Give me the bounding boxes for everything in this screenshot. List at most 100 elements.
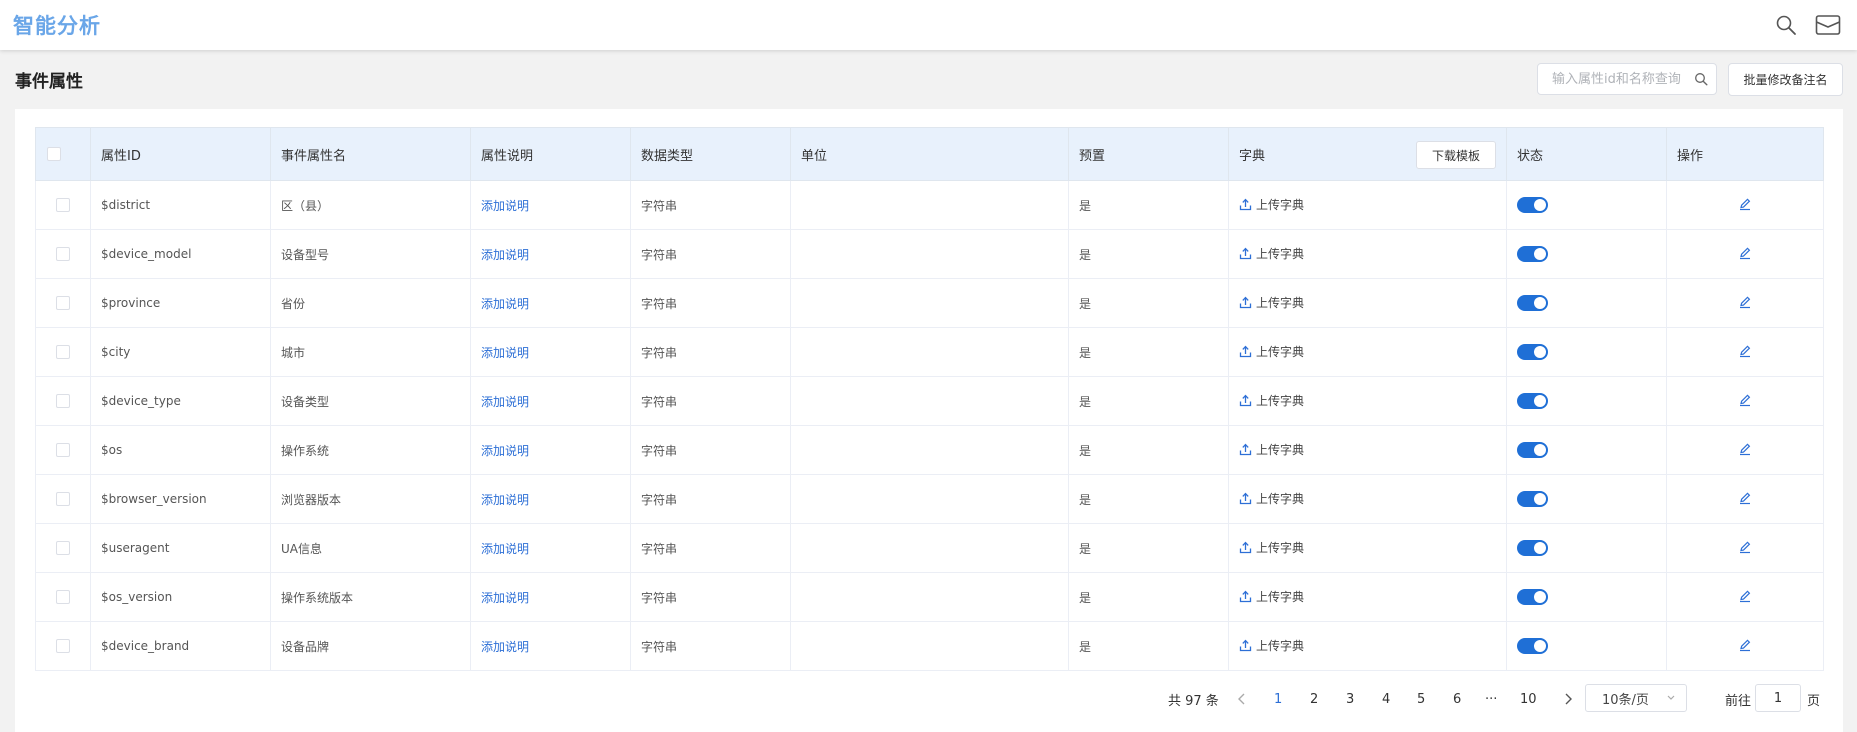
upload-icon	[1239, 345, 1252, 358]
add-description-link[interactable]: 添加说明	[481, 297, 529, 311]
cell-ops	[1666, 572, 1824, 622]
cell-attribute-id: $device_type	[90, 376, 271, 426]
status-toggle[interactable]	[1517, 442, 1548, 458]
status-toggle[interactable]	[1517, 638, 1548, 654]
search-icon[interactable]	[1694, 72, 1708, 89]
add-description-link[interactable]: 添加说明	[481, 444, 529, 458]
status-toggle[interactable]	[1517, 540, 1548, 556]
select-all-checkbox[interactable]	[47, 147, 61, 161]
page-6[interactable]: 6	[1453, 684, 1461, 714]
row-checkbox[interactable]	[56, 296, 70, 311]
page-1[interactable]: 1	[1274, 684, 1282, 714]
top-bar: 智能分析	[0, 0, 1857, 50]
cell-data-type: 字符串	[630, 523, 791, 573]
add-description-link[interactable]: 添加说明	[481, 248, 529, 262]
upload-dict-button[interactable]: 上传字典	[1239, 441, 1304, 458]
upload-dict-button[interactable]: 上传字典	[1239, 588, 1304, 605]
status-toggle[interactable]	[1517, 589, 1548, 605]
batch-edit-remark-button[interactable]: 批量修改备注名	[1728, 63, 1843, 96]
row-checkbox[interactable]	[56, 345, 70, 360]
search-box[interactable]	[1537, 63, 1717, 95]
cell-attribute-name: 浏览器版本	[270, 474, 471, 524]
cell-status	[1506, 327, 1667, 377]
row-checkbox[interactable]	[56, 247, 70, 262]
select-all-cell	[35, 127, 91, 181]
cell-preset: 是	[1068, 425, 1229, 475]
edit-icon[interactable]	[1738, 491, 1752, 505]
row-checkbox[interactable]	[56, 394, 70, 409]
event-attributes-table: 属性ID 事件属性名 属性说明 数据类型 单位 预置 字典 下载模板 状态 操作…	[35, 127, 1824, 671]
status-toggle[interactable]	[1517, 344, 1548, 360]
cell-attribute-desc: 添加说明	[470, 180, 631, 230]
page-4[interactable]: 4	[1382, 684, 1390, 714]
status-toggle[interactable]	[1517, 491, 1548, 507]
edit-icon[interactable]	[1738, 197, 1752, 211]
upload-dict-button[interactable]: 上传字典	[1239, 490, 1304, 507]
add-description-link[interactable]: 添加说明	[481, 591, 529, 605]
edit-icon[interactable]	[1738, 638, 1752, 652]
row-select-cell	[35, 376, 91, 426]
app-logo[interactable]: 智能分析	[13, 10, 101, 40]
row-checkbox[interactable]	[56, 590, 70, 605]
page-5[interactable]: 5	[1417, 684, 1425, 714]
edit-icon[interactable]	[1738, 442, 1752, 456]
cell-attribute-desc: 添加说明	[470, 425, 631, 475]
search-input[interactable]	[1552, 70, 1692, 88]
download-template-button[interactable]: 下载模板	[1416, 141, 1496, 169]
page-ellipsis[interactable]: ···	[1485, 684, 1497, 714]
row-checkbox[interactable]	[56, 198, 70, 213]
edit-icon[interactable]	[1738, 589, 1752, 603]
mail-icon[interactable]	[1814, 11, 1842, 39]
cell-preset: 是	[1068, 229, 1229, 279]
status-toggle[interactable]	[1517, 197, 1548, 213]
upload-dict-button[interactable]: 上传字典	[1239, 245, 1304, 262]
cell-status	[1506, 572, 1667, 622]
page-10[interactable]: 10	[1520, 684, 1537, 714]
page-2[interactable]: 2	[1310, 684, 1318, 714]
status-toggle[interactable]	[1517, 246, 1548, 262]
add-description-link[interactable]: 添加说明	[481, 493, 529, 507]
upload-dict-button[interactable]: 上传字典	[1239, 637, 1304, 654]
add-description-link[interactable]: 添加说明	[481, 395, 529, 409]
add-description-link[interactable]: 添加说明	[481, 199, 529, 213]
prev-page-icon[interactable]	[1237, 684, 1247, 714]
status-toggle[interactable]	[1517, 295, 1548, 311]
header-unit: 单位	[790, 127, 1069, 181]
upload-dict-button[interactable]: 上传字典	[1239, 294, 1304, 311]
upload-icon	[1239, 639, 1252, 652]
cell-data-type: 字符串	[630, 621, 791, 671]
next-page-icon[interactable]	[1563, 684, 1573, 714]
page-3[interactable]: 3	[1346, 684, 1354, 714]
row-checkbox[interactable]	[56, 541, 70, 556]
cell-attribute-id: $browser_version	[90, 474, 271, 524]
add-description-link[interactable]: 添加说明	[481, 640, 529, 654]
edit-icon[interactable]	[1738, 540, 1752, 554]
cell-status	[1506, 474, 1667, 524]
add-description-link[interactable]: 添加说明	[481, 346, 529, 360]
cell-status	[1506, 376, 1667, 426]
page-size-select[interactable]: 10条/页	[1585, 684, 1687, 712]
edit-icon[interactable]	[1738, 344, 1752, 358]
row-checkbox[interactable]	[56, 639, 70, 654]
edit-icon[interactable]	[1738, 393, 1752, 407]
upload-icon	[1239, 198, 1252, 211]
table-row: $district 区（县） 添加说明 字符串 是 上传字典	[35, 180, 1824, 230]
table-row: $city 城市 添加说明 字符串 是 上传字典	[35, 327, 1824, 377]
edit-icon[interactable]	[1738, 246, 1752, 260]
cell-dict: 上传字典	[1228, 474, 1507, 524]
cell-unit	[790, 229, 1069, 279]
upload-dict-button[interactable]: 上传字典	[1239, 196, 1304, 213]
status-toggle[interactable]	[1517, 393, 1548, 409]
table-card: 属性ID 事件属性名 属性说明 数据类型 单位 预置 字典 下载模板 状态 操作…	[15, 109, 1843, 732]
upload-dict-button[interactable]: 上传字典	[1239, 392, 1304, 409]
cell-ops	[1666, 327, 1824, 377]
jump-page-input[interactable]	[1755, 684, 1801, 712]
row-checkbox[interactable]	[56, 443, 70, 458]
edit-icon[interactable]	[1738, 295, 1752, 309]
search-icon[interactable]	[1772, 11, 1800, 39]
cell-attribute-name: 城市	[270, 327, 471, 377]
upload-dict-button[interactable]: 上传字典	[1239, 343, 1304, 360]
add-description-link[interactable]: 添加说明	[481, 542, 529, 556]
upload-dict-button[interactable]: 上传字典	[1239, 539, 1304, 556]
row-checkbox[interactable]	[56, 492, 70, 507]
